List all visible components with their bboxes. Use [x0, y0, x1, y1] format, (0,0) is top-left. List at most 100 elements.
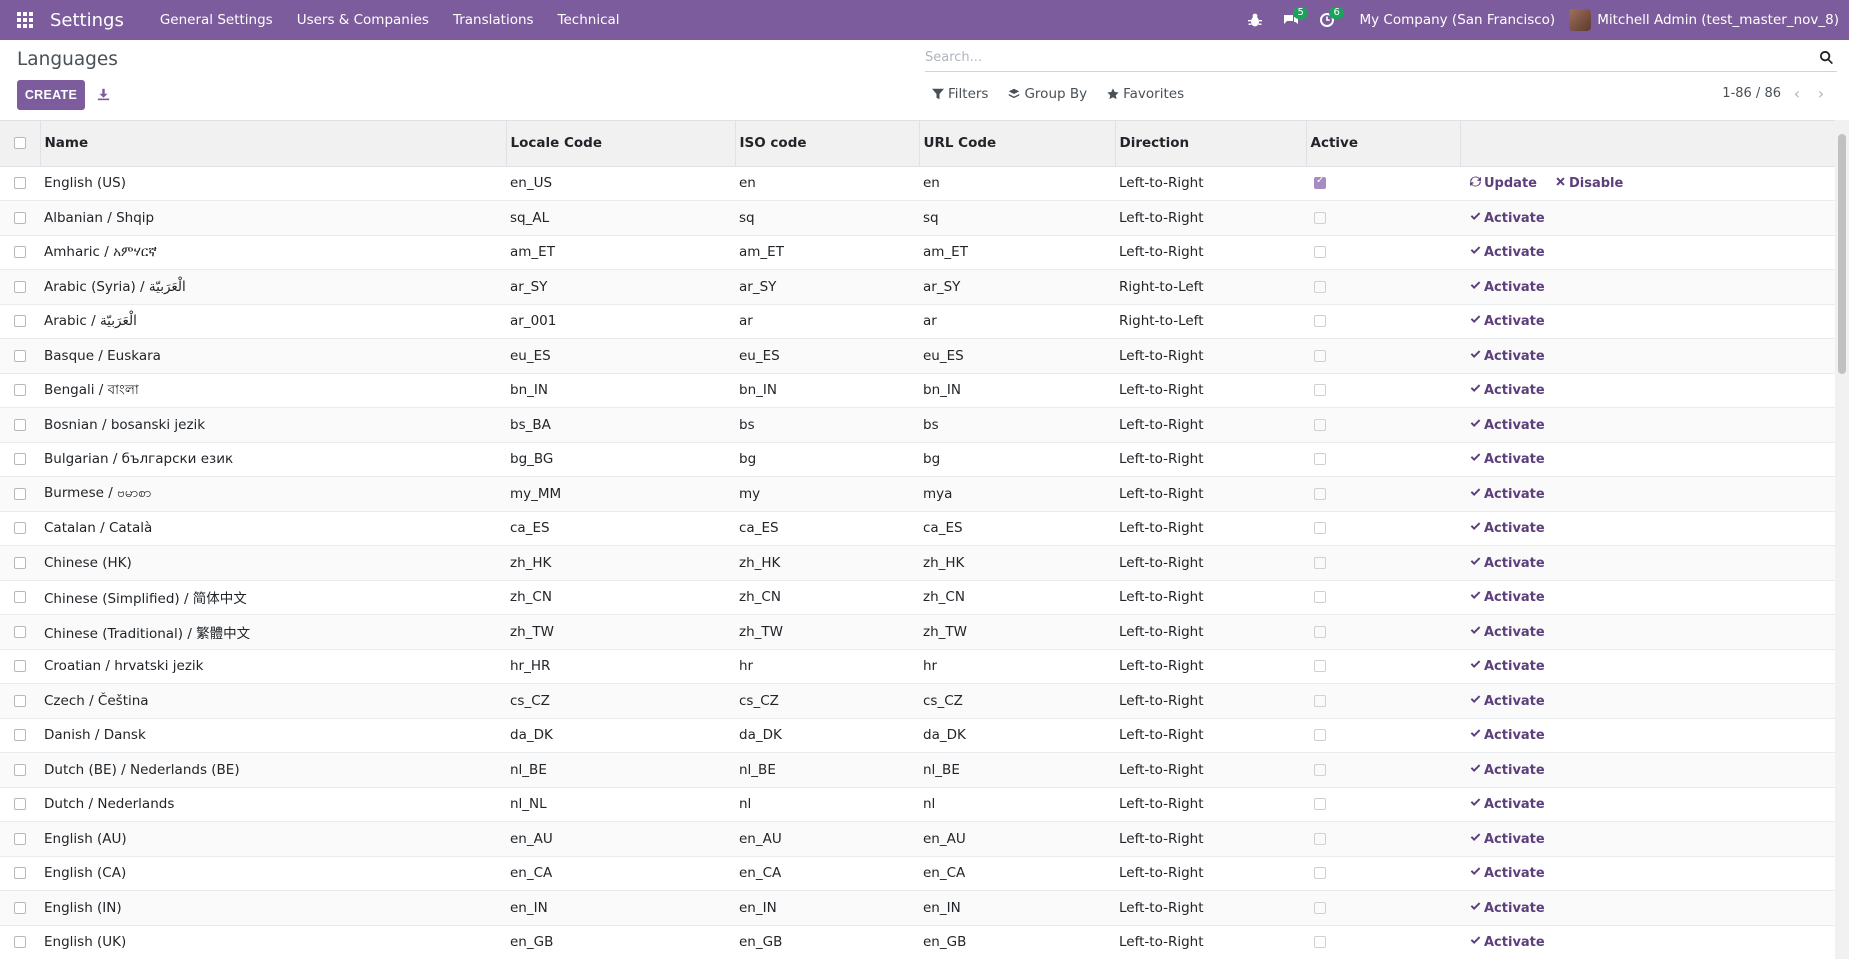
- table-row[interactable]: English (UK) en_GB en_GB en_GB Left-to-Right…: [0, 925, 1835, 959]
- app-title[interactable]: Settings: [50, 10, 124, 31]
- bug-icon[interactable]: [1237, 0, 1273, 40]
- table-row[interactable]: Amharic / አምሃርኛ am_ET am_ET am_ET Left-to-Ri…: [0, 235, 1835, 270]
- row-checkbox[interactable]: [14, 211, 26, 224]
- row-checkbox[interactable]: [14, 384, 26, 397]
- activate-button[interactable]: Activate: [1470, 590, 1545, 605]
- row-checkbox[interactable]: [14, 246, 26, 259]
- disable-button[interactable]: Disable: [1555, 176, 1623, 191]
- activate-button[interactable]: Activate: [1470, 280, 1545, 295]
- row-checkbox[interactable]: [14, 936, 26, 949]
- header-active[interactable]: Active: [1306, 121, 1461, 167]
- pager-next-icon[interactable]: ›: [1813, 84, 1829, 103]
- table-row[interactable]: Croatian / hrvatski jezik hr_HR hr hr Left-t…: [0, 649, 1835, 684]
- row-checkbox[interactable]: [14, 315, 26, 328]
- activities-clock-icon[interactable]: 6: [1309, 0, 1345, 40]
- menu-translations[interactable]: Translations: [441, 0, 546, 40]
- messages-icon[interactable]: 5: [1273, 0, 1309, 40]
- table-row[interactable]: Danish / Dansk da_DK da_DK da_DK Left-to-Rig…: [0, 718, 1835, 753]
- table-row[interactable]: Chinese (Simplified) / 简体中文 zh_CN zh_CN zh_…: [0, 580, 1835, 615]
- table-row[interactable]: English (CA) en_CA en_CA en_CA Left-to-Right…: [0, 856, 1835, 891]
- row-checkbox[interactable]: [14, 453, 26, 466]
- table-row[interactable]: Basque / Euskara eu_ES eu_ES eu_ES Left-to-R…: [0, 338, 1835, 374]
- menu-users-companies[interactable]: Users & Companies: [285, 0, 441, 40]
- scrollbar-thumb[interactable]: [1838, 134, 1846, 374]
- row-checkbox[interactable]: [14, 763, 26, 776]
- row-checkbox[interactable]: [14, 798, 26, 811]
- user-menu[interactable]: Mitchell Admin (test_master_nov_8): [1569, 9, 1839, 31]
- search-input[interactable]: [925, 50, 1815, 65]
- activate-button[interactable]: Activate: [1470, 452, 1545, 467]
- table-row[interactable]: Catalan / Català ca_ES ca_ES ca_ES Left-to-R…: [0, 511, 1835, 546]
- activate-button[interactable]: Activate: [1470, 797, 1545, 812]
- row-checkbox[interactable]: [14, 280, 26, 293]
- row-checkbox[interactable]: [14, 660, 26, 673]
- activate-button[interactable]: Activate: [1470, 349, 1545, 364]
- select-all-checkbox[interactable]: [13, 137, 26, 150]
- row-checkbox[interactable]: [14, 729, 26, 742]
- vertical-scrollbar[interactable]: [1835, 120, 1849, 959]
- table-row[interactable]: Czech / Čeština cs_CZ cs_CZ cs_CZ Left-to-Ri…: [0, 683, 1835, 719]
- activate-button[interactable]: Activate: [1470, 935, 1545, 950]
- row-checkbox[interactable]: [14, 556, 26, 569]
- activate-button[interactable]: Activate: [1470, 245, 1545, 260]
- activate-button[interactable]: Activate: [1470, 832, 1545, 847]
- table-row[interactable]: Bulgarian / български език bg_BG bg bg Left-…: [0, 442, 1835, 477]
- activate-button[interactable]: Activate: [1470, 763, 1545, 778]
- pager-previous-icon[interactable]: ‹: [1789, 84, 1805, 103]
- row-checkbox[interactable]: [14, 418, 26, 431]
- header-name[interactable]: Name: [40, 121, 507, 167]
- create-button[interactable]: CREATE: [17, 80, 85, 110]
- activate-button[interactable]: Activate: [1470, 659, 1545, 674]
- row-checkbox[interactable]: [14, 177, 26, 190]
- activate-button[interactable]: Activate: [1470, 521, 1545, 536]
- header-direction[interactable]: Direction: [1115, 121, 1307, 167]
- row-checkbox[interactable]: [14, 349, 26, 362]
- table-row[interactable]: English (US)en_USenenLeft-to-RightUpdate…: [0, 166, 1835, 201]
- table-row[interactable]: Dutch (BE) / Nederlands (BE) nl_BE nl_BE nl…: [0, 752, 1835, 788]
- apps-grid-icon[interactable]: [0, 0, 50, 40]
- activate-button[interactable]: Activate: [1470, 383, 1545, 398]
- groupby-button[interactable]: Group By: [1008, 86, 1087, 102]
- company-switcher[interactable]: My Company (San Francisco): [1345, 12, 1569, 28]
- activate-button[interactable]: Activate: [1470, 314, 1545, 329]
- search-icon[interactable]: [1815, 47, 1837, 69]
- row-checkbox[interactable]: [14, 901, 26, 914]
- table-row[interactable]: Arabic (Syria) / الْعَرَبيّة ar_SY ar_SY ar…: [0, 269, 1835, 305]
- table-row[interactable]: Chinese (HK) zh_HK zh_HK zh_HK Left-to-Right…: [0, 545, 1835, 581]
- download-icon[interactable]: [92, 82, 114, 106]
- table-row[interactable]: Burmese / ဗမာစာ my_MM my mya Left-to-Right Ac…: [0, 476, 1835, 512]
- row-checkbox[interactable]: [14, 591, 26, 604]
- row-checkbox[interactable]: [14, 487, 26, 500]
- table-row[interactable]: Bosnian / bosanski jezik bs_BA bs bs Left-to…: [0, 407, 1835, 443]
- row-checkbox[interactable]: [14, 832, 26, 845]
- table-row[interactable]: English (AU) en_AU en_AU en_AU Left-to-Right…: [0, 821, 1835, 857]
- table-row[interactable]: Albanian / Shqip sq_AL sq sq Left-to-Right Ac…: [0, 200, 1835, 236]
- table-row[interactable]: Chinese (Traditional) / 繁體中文 zh_TW zh_TW zh…: [0, 614, 1835, 650]
- activate-button[interactable]: Activate: [1470, 556, 1545, 571]
- favorites-button[interactable]: Favorites: [1107, 86, 1184, 102]
- activate-button[interactable]: Activate: [1470, 625, 1545, 640]
- activate-button[interactable]: Activate: [1470, 901, 1545, 916]
- activate-button[interactable]: Activate: [1470, 418, 1545, 433]
- table-row[interactable]: Dutch / Nederlands nl_NL nl nl Left-to-Right…: [0, 787, 1835, 822]
- table-row[interactable]: Bengali / বাংলা bn_IN bn_IN bn_IN Left-to-Ri…: [0, 373, 1835, 408]
- row-checkbox[interactable]: [14, 522, 26, 535]
- menu-technical[interactable]: Technical: [546, 0, 632, 40]
- activate-button[interactable]: Activate: [1470, 866, 1545, 881]
- header-locale-code[interactable]: Locale Code: [506, 121, 736, 167]
- row-checkbox[interactable]: [14, 867, 26, 880]
- header-iso-code[interactable]: ISO code: [735, 121, 920, 167]
- pager-value[interactable]: 1-86 / 86: [1722, 86, 1781, 101]
- row-checkbox[interactable]: [14, 694, 26, 707]
- activate-button[interactable]: Activate: [1470, 728, 1545, 743]
- menu-general-settings[interactable]: General Settings: [148, 0, 285, 40]
- activate-button[interactable]: Activate: [1470, 211, 1545, 226]
- activate-button[interactable]: Activate: [1470, 694, 1545, 709]
- header-url-code[interactable]: URL Code: [919, 121, 1116, 167]
- row-checkbox[interactable]: [14, 625, 26, 638]
- activate-button[interactable]: Activate: [1470, 487, 1545, 502]
- update-button[interactable]: Update: [1470, 176, 1537, 191]
- filters-button[interactable]: Filters: [932, 86, 988, 102]
- table-row[interactable]: English (IN) en_IN en_IN en_IN Left-to-Right…: [0, 890, 1835, 926]
- table-row[interactable]: Arabic / الْعَرَبيّة ar_001 ar ar Right-to-L…: [0, 304, 1835, 339]
